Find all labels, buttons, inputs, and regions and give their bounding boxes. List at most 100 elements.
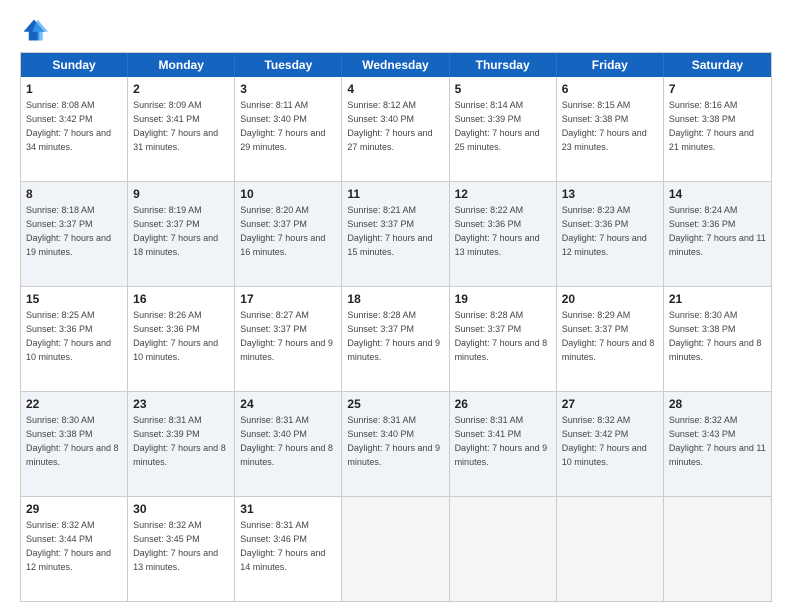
day-cell-29: 29 Sunrise: 8:32 AMSunset: 3:44 PMDaylig… bbox=[21, 497, 128, 601]
header-day-sunday: Sunday bbox=[21, 53, 128, 77]
cell-info: Sunrise: 8:28 AMSunset: 3:37 PMDaylight:… bbox=[455, 310, 548, 361]
day-cell-8: 8 Sunrise: 8:18 AMSunset: 3:37 PMDayligh… bbox=[21, 182, 128, 286]
day-cell-6: 6 Sunrise: 8:15 AMSunset: 3:38 PMDayligh… bbox=[557, 77, 664, 181]
cell-info: Sunrise: 8:32 AMSunset: 3:42 PMDaylight:… bbox=[562, 415, 647, 466]
day-cell-2: 2 Sunrise: 8:09 AMSunset: 3:41 PMDayligh… bbox=[128, 77, 235, 181]
calendar-row-5: 29 Sunrise: 8:32 AMSunset: 3:44 PMDaylig… bbox=[21, 497, 771, 601]
calendar-row-3: 15 Sunrise: 8:25 AMSunset: 3:36 PMDaylig… bbox=[21, 287, 771, 392]
calendar: SundayMondayTuesdayWednesdayThursdayFrid… bbox=[20, 52, 772, 602]
header-day-friday: Friday bbox=[557, 53, 664, 77]
day-cell-25: 25 Sunrise: 8:31 AMSunset: 3:40 PMDaylig… bbox=[342, 392, 449, 496]
cell-info: Sunrise: 8:21 AMSunset: 3:37 PMDaylight:… bbox=[347, 205, 432, 256]
day-cell-10: 10 Sunrise: 8:20 AMSunset: 3:37 PMDaylig… bbox=[235, 182, 342, 286]
day-number: 12 bbox=[455, 186, 551, 202]
day-number: 8 bbox=[26, 186, 122, 202]
header-day-tuesday: Tuesday bbox=[235, 53, 342, 77]
cell-info: Sunrise: 8:31 AMSunset: 3:40 PMDaylight:… bbox=[347, 415, 440, 466]
cell-info: Sunrise: 8:31 AMSunset: 3:40 PMDaylight:… bbox=[240, 415, 333, 466]
day-number: 6 bbox=[562, 81, 658, 97]
day-cell-30: 30 Sunrise: 8:32 AMSunset: 3:45 PMDaylig… bbox=[128, 497, 235, 601]
cell-info: Sunrise: 8:11 AMSunset: 3:40 PMDaylight:… bbox=[240, 100, 325, 151]
cell-info: Sunrise: 8:12 AMSunset: 3:40 PMDaylight:… bbox=[347, 100, 432, 151]
day-cell-26: 26 Sunrise: 8:31 AMSunset: 3:41 PMDaylig… bbox=[450, 392, 557, 496]
logo bbox=[20, 16, 52, 44]
day-number: 26 bbox=[455, 396, 551, 412]
day-cell-3: 3 Sunrise: 8:11 AMSunset: 3:40 PMDayligh… bbox=[235, 77, 342, 181]
page: SundayMondayTuesdayWednesdayThursdayFrid… bbox=[0, 0, 792, 612]
day-number: 14 bbox=[669, 186, 766, 202]
day-cell-28: 28 Sunrise: 8:32 AMSunset: 3:43 PMDaylig… bbox=[664, 392, 771, 496]
day-cell-24: 24 Sunrise: 8:31 AMSunset: 3:40 PMDaylig… bbox=[235, 392, 342, 496]
cell-info: Sunrise: 8:15 AMSunset: 3:38 PMDaylight:… bbox=[562, 100, 647, 151]
cell-info: Sunrise: 8:32 AMSunset: 3:45 PMDaylight:… bbox=[133, 520, 218, 571]
cell-info: Sunrise: 8:27 AMSunset: 3:37 PMDaylight:… bbox=[240, 310, 333, 361]
day-number: 21 bbox=[669, 291, 766, 307]
header-day-thursday: Thursday bbox=[450, 53, 557, 77]
day-cell-22: 22 Sunrise: 8:30 AMSunset: 3:38 PMDaylig… bbox=[21, 392, 128, 496]
day-number: 7 bbox=[669, 81, 766, 97]
day-cell-14: 14 Sunrise: 8:24 AMSunset: 3:36 PMDaylig… bbox=[664, 182, 771, 286]
calendar-body: 1 Sunrise: 8:08 AMSunset: 3:42 PMDayligh… bbox=[21, 77, 771, 601]
cell-info: Sunrise: 8:32 AMSunset: 3:43 PMDaylight:… bbox=[669, 415, 766, 466]
header-day-monday: Monday bbox=[128, 53, 235, 77]
day-cell-13: 13 Sunrise: 8:23 AMSunset: 3:36 PMDaylig… bbox=[557, 182, 664, 286]
cell-info: Sunrise: 8:19 AMSunset: 3:37 PMDaylight:… bbox=[133, 205, 218, 256]
day-number: 1 bbox=[26, 81, 122, 97]
cell-info: Sunrise: 8:31 AMSunset: 3:41 PMDaylight:… bbox=[455, 415, 548, 466]
day-number: 17 bbox=[240, 291, 336, 307]
day-number: 25 bbox=[347, 396, 443, 412]
day-cell-11: 11 Sunrise: 8:21 AMSunset: 3:37 PMDaylig… bbox=[342, 182, 449, 286]
cell-info: Sunrise: 8:24 AMSunset: 3:36 PMDaylight:… bbox=[669, 205, 766, 256]
day-cell-5: 5 Sunrise: 8:14 AMSunset: 3:39 PMDayligh… bbox=[450, 77, 557, 181]
day-number: 23 bbox=[133, 396, 229, 412]
day-cell-16: 16 Sunrise: 8:26 AMSunset: 3:36 PMDaylig… bbox=[128, 287, 235, 391]
empty-cell bbox=[664, 497, 771, 601]
day-number: 16 bbox=[133, 291, 229, 307]
cell-info: Sunrise: 8:29 AMSunset: 3:37 PMDaylight:… bbox=[562, 310, 655, 361]
day-cell-19: 19 Sunrise: 8:28 AMSunset: 3:37 PMDaylig… bbox=[450, 287, 557, 391]
header bbox=[20, 16, 772, 44]
calendar-header: SundayMondayTuesdayWednesdayThursdayFrid… bbox=[21, 53, 771, 77]
day-number: 11 bbox=[347, 186, 443, 202]
calendar-row-2: 8 Sunrise: 8:18 AMSunset: 3:37 PMDayligh… bbox=[21, 182, 771, 287]
cell-info: Sunrise: 8:30 AMSunset: 3:38 PMDaylight:… bbox=[26, 415, 119, 466]
day-cell-23: 23 Sunrise: 8:31 AMSunset: 3:39 PMDaylig… bbox=[128, 392, 235, 496]
cell-info: Sunrise: 8:32 AMSunset: 3:44 PMDaylight:… bbox=[26, 520, 111, 571]
day-number: 22 bbox=[26, 396, 122, 412]
day-cell-17: 17 Sunrise: 8:27 AMSunset: 3:37 PMDaylig… bbox=[235, 287, 342, 391]
day-number: 30 bbox=[133, 501, 229, 517]
cell-info: Sunrise: 8:16 AMSunset: 3:38 PMDaylight:… bbox=[669, 100, 754, 151]
day-cell-27: 27 Sunrise: 8:32 AMSunset: 3:42 PMDaylig… bbox=[557, 392, 664, 496]
empty-cell bbox=[557, 497, 664, 601]
day-cell-21: 21 Sunrise: 8:30 AMSunset: 3:38 PMDaylig… bbox=[664, 287, 771, 391]
day-number: 15 bbox=[26, 291, 122, 307]
cell-info: Sunrise: 8:28 AMSunset: 3:37 PMDaylight:… bbox=[347, 310, 440, 361]
cell-info: Sunrise: 8:31 AMSunset: 3:39 PMDaylight:… bbox=[133, 415, 226, 466]
cell-info: Sunrise: 8:08 AMSunset: 3:42 PMDaylight:… bbox=[26, 100, 111, 151]
day-number: 24 bbox=[240, 396, 336, 412]
cell-info: Sunrise: 8:26 AMSunset: 3:36 PMDaylight:… bbox=[133, 310, 218, 361]
day-number: 10 bbox=[240, 186, 336, 202]
header-day-wednesday: Wednesday bbox=[342, 53, 449, 77]
day-cell-20: 20 Sunrise: 8:29 AMSunset: 3:37 PMDaylig… bbox=[557, 287, 664, 391]
day-cell-1: 1 Sunrise: 8:08 AMSunset: 3:42 PMDayligh… bbox=[21, 77, 128, 181]
cell-info: Sunrise: 8:18 AMSunset: 3:37 PMDaylight:… bbox=[26, 205, 111, 256]
calendar-row-1: 1 Sunrise: 8:08 AMSunset: 3:42 PMDayligh… bbox=[21, 77, 771, 182]
day-number: 18 bbox=[347, 291, 443, 307]
day-number: 9 bbox=[133, 186, 229, 202]
header-day-saturday: Saturday bbox=[664, 53, 771, 77]
cell-info: Sunrise: 8:30 AMSunset: 3:38 PMDaylight:… bbox=[669, 310, 762, 361]
cell-info: Sunrise: 8:23 AMSunset: 3:36 PMDaylight:… bbox=[562, 205, 647, 256]
day-number: 2 bbox=[133, 81, 229, 97]
day-number: 27 bbox=[562, 396, 658, 412]
cell-info: Sunrise: 8:09 AMSunset: 3:41 PMDaylight:… bbox=[133, 100, 218, 151]
day-cell-4: 4 Sunrise: 8:12 AMSunset: 3:40 PMDayligh… bbox=[342, 77, 449, 181]
day-number: 28 bbox=[669, 396, 766, 412]
day-cell-15: 15 Sunrise: 8:25 AMSunset: 3:36 PMDaylig… bbox=[21, 287, 128, 391]
cell-info: Sunrise: 8:14 AMSunset: 3:39 PMDaylight:… bbox=[455, 100, 540, 151]
day-number: 29 bbox=[26, 501, 122, 517]
day-cell-9: 9 Sunrise: 8:19 AMSunset: 3:37 PMDayligh… bbox=[128, 182, 235, 286]
day-number: 13 bbox=[562, 186, 658, 202]
cell-info: Sunrise: 8:22 AMSunset: 3:36 PMDaylight:… bbox=[455, 205, 540, 256]
cell-info: Sunrise: 8:25 AMSunset: 3:36 PMDaylight:… bbox=[26, 310, 111, 361]
